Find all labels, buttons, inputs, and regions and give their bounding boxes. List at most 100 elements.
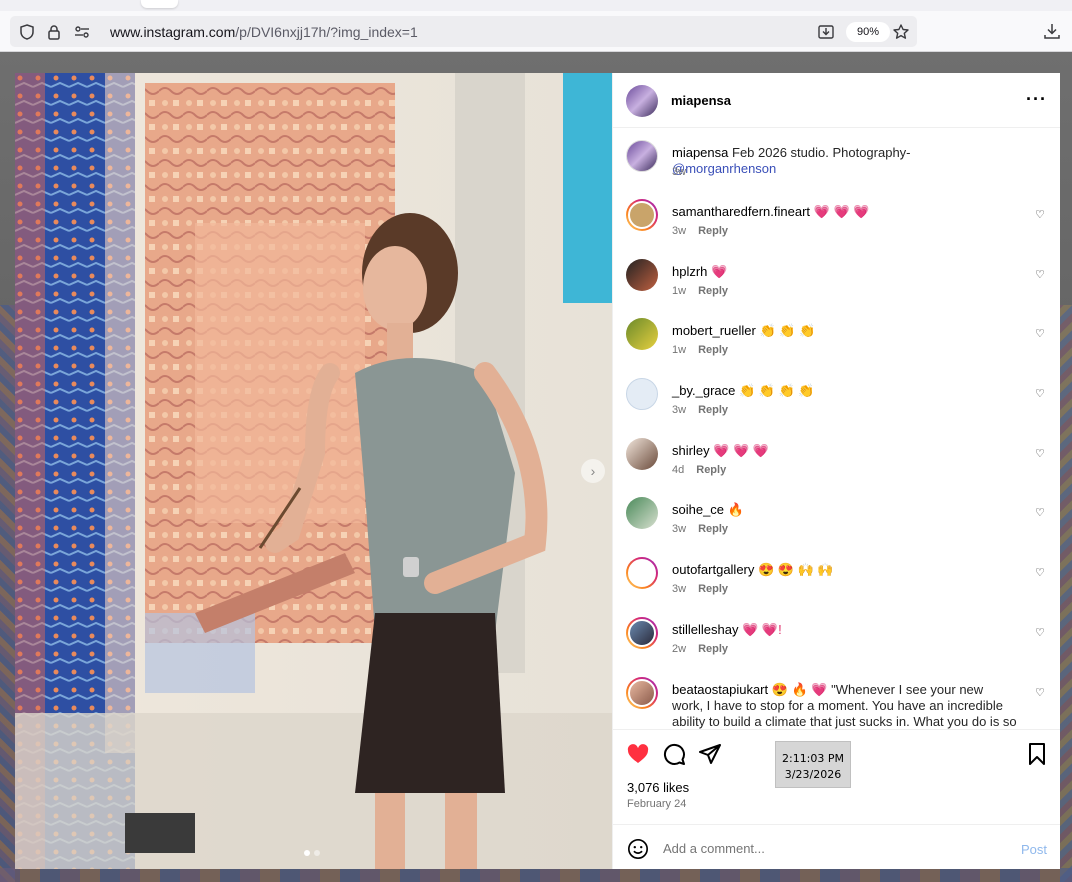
comment-text: 💗 💗 💗 xyxy=(713,443,769,458)
url-text[interactable]: www.instagram.com/p/DVI6nxjj17h/?img_ind… xyxy=(110,24,418,40)
reply-button[interactable]: Reply xyxy=(698,643,728,655)
download-icon[interactable] xyxy=(1043,22,1061,40)
caption-age: 3w xyxy=(672,166,687,178)
tab-strip xyxy=(0,0,1072,11)
save-page-icon[interactable] xyxy=(817,23,835,41)
reply-button[interactable]: Reply xyxy=(698,344,728,356)
lock-icon[interactable] xyxy=(45,23,63,41)
comment-username[interactable]: outofartgallery xyxy=(672,562,754,577)
avatar[interactable] xyxy=(626,438,658,470)
url-bar[interactable]: www.instagram.com/p/DVI6nxjj17h/?img_ind… xyxy=(10,16,917,47)
zoom-level[interactable]: 90% xyxy=(846,22,890,42)
avatar[interactable] xyxy=(626,199,658,231)
comment-username[interactable]: mobert_rueller xyxy=(672,323,756,338)
post-comment-button[interactable]: Post xyxy=(1021,842,1047,857)
more-icon[interactable]: ··· xyxy=(1026,89,1047,110)
comment-username[interactable]: hplzrh xyxy=(672,264,707,279)
post-modal: › miapensa ··· miapensa Feb 2026 studio.… xyxy=(15,73,1060,869)
post-image[interactable]: › xyxy=(15,73,612,869)
comment-text: 💗 💗 💗 xyxy=(813,204,870,219)
comment-icon[interactable] xyxy=(662,742,686,766)
chevron-right-icon: › xyxy=(590,463,596,479)
avatar[interactable] xyxy=(626,318,658,350)
browser-toolbar: www.instagram.com/p/DVI6nxjj17h/?img_ind… xyxy=(0,11,1072,52)
reply-button[interactable]: Reply xyxy=(696,464,726,476)
caption-username[interactable]: miapensa xyxy=(672,145,728,160)
url-path: /p/DVI6nxjj17h/?img_index=1 xyxy=(235,24,418,40)
post-sidebar: miapensa ··· miapensa Feb 2026 studio. P… xyxy=(612,73,1060,869)
likes-count[interactable]: 3,076 likes xyxy=(627,780,689,795)
background-feed-bottom xyxy=(0,868,1072,882)
active-tab[interactable] xyxy=(141,0,178,8)
post-username[interactable]: miapensa xyxy=(671,93,731,108)
avatar[interactable] xyxy=(626,85,658,117)
background-feed-right xyxy=(1060,305,1072,882)
comment-text: 🔥 xyxy=(727,502,744,517)
heart-icon[interactable]: ♡ xyxy=(1035,566,1045,579)
shield-icon[interactable] xyxy=(18,23,36,41)
bookmark-star-icon[interactable] xyxy=(892,23,910,41)
heart-icon[interactable]: ♡ xyxy=(1035,447,1045,460)
comment-age: 2w xyxy=(672,643,687,655)
post-header: miapensa ··· xyxy=(613,73,1060,128)
avatar[interactable] xyxy=(626,259,658,291)
avatar[interactable] xyxy=(626,557,658,589)
reply-button[interactable]: Reply xyxy=(698,285,728,297)
avatar[interactable] xyxy=(626,140,658,172)
caption-mention[interactable]: @morganrhenson xyxy=(672,161,776,176)
heart-icon[interactable]: ♡ xyxy=(1035,686,1045,699)
next-image-button[interactable]: › xyxy=(581,459,605,483)
carousel-dot xyxy=(314,850,320,856)
clock-overlay: 2:11:03 PM 3/23/2026 xyxy=(775,741,851,788)
heart-icon[interactable]: ♡ xyxy=(1035,626,1045,639)
comment-input[interactable] xyxy=(663,841,983,856)
comment-username[interactable]: beataostapiukart xyxy=(672,682,768,697)
post-actions: 2:11:03 PM 3/23/2026 3,076 likes February… xyxy=(613,729,1060,824)
comment-age: 3w xyxy=(672,583,687,595)
comment-age: 3w xyxy=(672,404,687,416)
carousel-dot xyxy=(304,850,310,856)
emoji-icon[interactable] xyxy=(627,838,649,860)
comment-text: 💗 💗! xyxy=(742,622,782,637)
reply-button[interactable]: Reply xyxy=(698,225,728,237)
comment-username[interactable]: soihe_ce xyxy=(672,502,724,517)
comment-age: 1w xyxy=(672,285,687,297)
avatar[interactable] xyxy=(626,677,658,709)
clock-date: 3/23/2026 xyxy=(784,768,842,781)
heart-icon[interactable]: ♡ xyxy=(1035,208,1045,221)
avatar[interactable] xyxy=(626,497,658,529)
save-icon[interactable] xyxy=(1025,742,1049,766)
avatar[interactable] xyxy=(626,617,658,649)
comment-age: 1w xyxy=(672,344,687,356)
comment-username[interactable]: _by._grace xyxy=(672,383,735,398)
reply-button[interactable]: Reply xyxy=(698,583,728,595)
comment-text: 💗 xyxy=(711,264,728,279)
add-comment-bar: Post xyxy=(613,824,1060,869)
carousel-indicator xyxy=(304,850,320,856)
comment-text: 😍 😍 🙌 🙌 xyxy=(758,562,834,577)
reply-button[interactable]: Reply xyxy=(698,523,728,535)
background-feed-left xyxy=(0,305,15,882)
avatar[interactable] xyxy=(626,378,658,410)
heart-icon[interactable]: ♡ xyxy=(1035,268,1045,281)
heart-icon[interactable]: ♡ xyxy=(1035,387,1045,400)
comment-text: 👏 👏 👏 xyxy=(759,323,816,338)
post-photo xyxy=(15,73,612,869)
permissions-icon[interactable] xyxy=(73,23,91,41)
heart-icon[interactable]: ♡ xyxy=(1035,327,1045,340)
share-icon[interactable] xyxy=(698,742,722,766)
comment-text: 👏 👏 👏 👏 xyxy=(738,383,815,398)
post-date[interactable]: February 24 xyxy=(627,798,686,810)
comment-username[interactable]: samantharedfern.fineart xyxy=(672,204,810,219)
heart-icon[interactable]: ♡ xyxy=(1035,506,1045,519)
comment-age: 3w xyxy=(672,523,687,535)
caption-text: Feb 2026 studio. Photography- xyxy=(732,145,911,160)
url-host: www.instagram.com xyxy=(110,24,236,40)
comment-age: 3w xyxy=(672,225,687,237)
comments-list[interactable]: miapensa Feb 2026 studio. Photography- @… xyxy=(613,128,1060,729)
reply-button[interactable]: Reply xyxy=(698,404,728,416)
clock-time: 2:11:03 PM xyxy=(781,752,845,765)
comment-username[interactable]: shirley xyxy=(672,443,710,458)
comment-username[interactable]: stillelleshay xyxy=(672,622,738,637)
heart-icon[interactable] xyxy=(626,742,650,766)
